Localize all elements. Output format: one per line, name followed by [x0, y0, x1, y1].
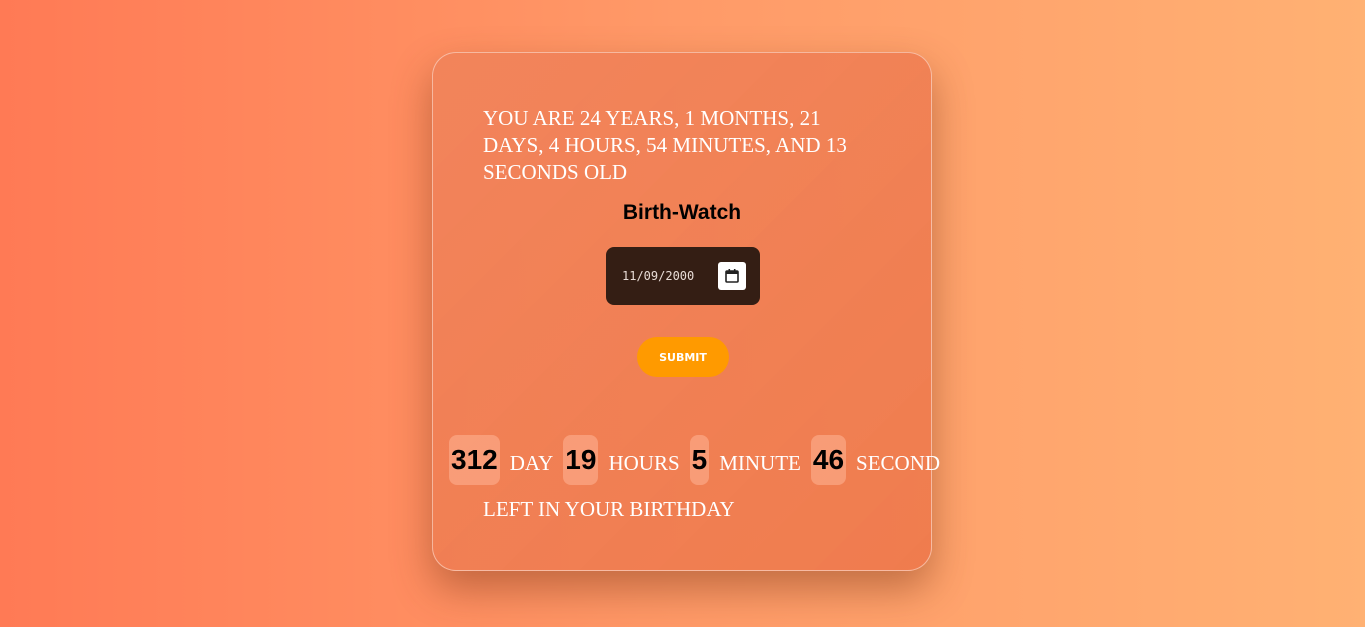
- countdown-days-value: 312: [449, 435, 500, 485]
- birth-date-input[interactable]: 11/09/2000: [606, 247, 760, 305]
- countdown-hours-label: HOURS: [608, 450, 680, 475]
- birth-date-value[interactable]: 11/09/2000: [622, 269, 718, 283]
- calendar-icon: [725, 269, 739, 283]
- countdown-days-label: DAY: [509, 450, 554, 475]
- countdown-seconds-value: 46: [810, 435, 847, 485]
- countdown-hours-value: 19: [563, 435, 599, 485]
- birth-watch-card: YOU ARE 24 YEARS, 1 MONTHS, 21 DAYS, 4 H…: [432, 52, 940, 571]
- birthday-countdown: 312 DAY 19 HOURS 5 MINUTE 46 SECOND: [449, 435, 940, 485]
- countdown-minutes-label: MINUTE: [719, 450, 801, 475]
- countdown-minutes-value: 5: [689, 435, 710, 485]
- countdown-footer: LEFT IN YOUR BIRTHDAY: [483, 497, 735, 521]
- countdown-seconds-label: SECOND: [856, 450, 941, 475]
- age-message: YOU ARE 24 YEARS, 1 MONTHS, 21 DAYS, 4 H…: [483, 106, 847, 184]
- calendar-picker-button[interactable]: [718, 262, 746, 290]
- submit-button[interactable]: SUBMIT: [637, 337, 729, 377]
- app-title: Birth-Watch: [622, 201, 742, 224]
